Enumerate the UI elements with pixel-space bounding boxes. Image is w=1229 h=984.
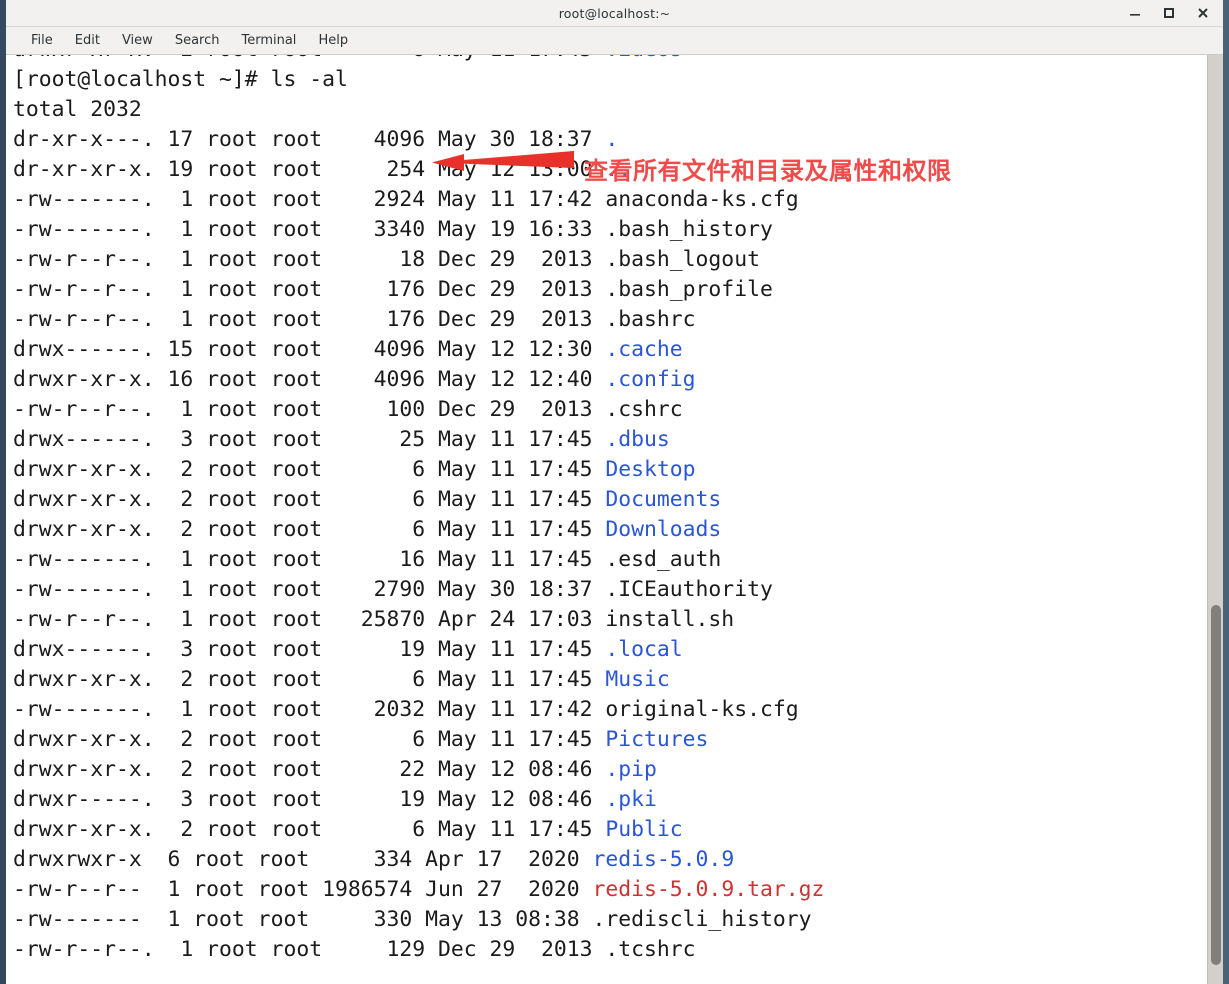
terminal-line: -rw-------. 1 root root 3340 May 19 16:3… [13, 217, 773, 242]
terminal-line: drwxr-xr-x. 2 root root 6 May 11 17:45 D… [13, 517, 722, 542]
minimize-icon[interactable] [1127, 5, 1143, 21]
terminal-line: drwxr-xr-x. 2 root root 6 May 11 17:45 D… [13, 487, 722, 512]
annotation-text: 查看所有文件和目录及属性和权限 [584, 157, 952, 185]
terminal-line: -rw-------. 1 root root 2924 May 11 17:4… [13, 187, 799, 212]
terminal-line: -rw-------. 1 root root 16 May 11 17:45 … [13, 547, 722, 572]
terminal-line: -rw-r--r--. 1 root root 18 Dec 29 2013 .… [13, 247, 760, 272]
close-icon[interactable] [1195, 5, 1211, 21]
terminal-output-area[interactable]: drwxr-xr-x. 2 root root 6 May 11 17:45 V… [6, 55, 1223, 984]
terminal-line: drwxrwxr-x 6 root root 334 Apr 17 2020 r… [13, 847, 735, 872]
terminal-line: drwxr-xr-x. 2 root root 22 May 12 08:46 … [13, 757, 657, 782]
menu-item-search[interactable]: Search [164, 31, 231, 50]
scrollbar-thumb[interactable] [1211, 605, 1221, 965]
window-title: root@localhost:~ [558, 5, 671, 21]
maximize-icon[interactable] [1161, 5, 1177, 21]
terminal-line: drwxr-xr-x. 2 root root 6 May 11 17:45 M… [13, 667, 670, 692]
terminal-line: drwxr-xr-x. 2 root root 6 May 11 17:45 V… [13, 55, 1201, 65]
menu-item-help[interactable]: Help [307, 31, 359, 50]
annotation-arrow-icon [432, 151, 574, 171]
menu-item-terminal[interactable]: Terminal [230, 31, 307, 50]
terminal-window: root@localhost:~ File Edit View Search T… [0, 0, 1229, 984]
terminal-line: -rw-r--r-- 1 root root 1986574 Jun 27 20… [13, 877, 825, 902]
menubar: File Edit View Search Terminal Help [6, 27, 1223, 55]
terminal-line: -rw------- 1 root root 330 May 13 08:38 … [13, 907, 812, 932]
terminal-line: drwx------. 3 root root 25 May 11 17:45 … [13, 427, 670, 452]
terminal-line: drwx------. 15 root root 4096 May 12 12:… [13, 337, 683, 362]
window-controls [1127, 0, 1217, 26]
terminal-line: -rw-------. 1 root root 2032 May 11 17:4… [13, 697, 799, 722]
terminal-line: -rw-r--r--. 1 root root 100 Dec 29 2013 … [13, 397, 683, 422]
terminal-line: -rw-------. 1 root root 2790 May 30 18:3… [13, 577, 773, 602]
titlebar: root@localhost:~ [6, 0, 1223, 27]
terminal-line: drwxr-xr-x. 16 root root 4096 May 12 12:… [13, 367, 696, 392]
terminal-line: -rw-r--r--. 1 root root 129 Dec 29 2013 … [13, 937, 696, 962]
terminal-text: drwxr-xr-x. 2 root root 6 May 11 17:45 V… [6, 55, 1201, 965]
menu-item-view[interactable]: View [111, 31, 164, 50]
terminal-prompt-line: [root@localhost ~]# ls -al [13, 67, 348, 92]
terminal-line: -rw-r--r--. 1 root root 176 Dec 29 2013 … [13, 277, 773, 302]
terminal-line: -rw-r--r--. 1 root root 176 Dec 29 2013 … [13, 307, 696, 332]
terminal-line: drwxr-xr-x. 2 root root 6 May 11 17:45 P… [13, 727, 709, 752]
menu-item-edit[interactable]: Edit [64, 31, 111, 50]
terminal-line: drwxr-xr-x. 2 root root 6 May 11 17:45 P… [13, 817, 683, 842]
terminal-line: drwxr-----. 3 root root 19 May 12 08:46 … [13, 787, 657, 812]
scrollbar[interactable] [1207, 55, 1223, 984]
terminal-total-line: total 2032 [13, 97, 142, 122]
menu-item-file[interactable]: File [20, 31, 64, 50]
terminal-line: drwx------. 3 root root 19 May 11 17:45 … [13, 637, 683, 662]
terminal-line: -rw-r--r--. 1 root root 25870 Apr 24 17:… [13, 607, 735, 632]
terminal-line: drwxr-xr-x. 2 root root 6 May 11 17:45 D… [13, 457, 696, 482]
